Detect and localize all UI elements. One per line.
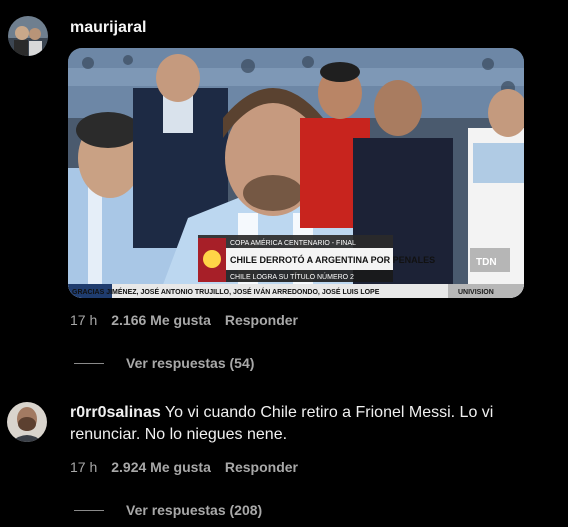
comment-meta: 17 h 2.166 Me gusta Responder	[70, 312, 298, 328]
comment-body: r0rr0salinas Yo vi cuando Chile retiro a…	[70, 402, 550, 446]
comment-meta: 17 h 2.924 Me gusta Responder	[70, 459, 298, 475]
reply-button[interactable]: Responder	[225, 312, 298, 328]
replies-divider	[74, 362, 104, 364]
view-replies-label: Ver respuestas (54)	[126, 355, 255, 371]
broadcast-image: COPA AMÉRICA CENTENARIO - FINAL CHILE DE…	[68, 48, 524, 298]
comment-media[interactable]: COPA AMÉRICA CENTENARIO - FINAL CHILE DE…	[68, 48, 524, 298]
view-replies-button[interactable]: Ver respuestas (208)	[74, 502, 262, 518]
comment-time[interactable]: 17 h	[70, 312, 97, 328]
comment-username[interactable]: maurijaral	[70, 19, 146, 37]
channel-logo: TDN	[476, 257, 497, 268]
graphic-headline: CHILE DERROTÓ A ARGENTINA POR PENALES	[230, 254, 435, 265]
comment-username[interactable]: r0rr0salinas	[70, 404, 161, 421]
network-logo: UNIVISION	[458, 289, 494, 296]
like-count[interactable]: 2.924 Me gusta	[111, 459, 211, 475]
view-replies-button[interactable]: Ver respuestas (54)	[74, 355, 254, 371]
comment-time[interactable]: 17 h	[70, 459, 97, 475]
graphic-subheadline: CHILE LOGRA SU TÍTULO NÚMERO 2	[230, 272, 354, 281]
reply-button[interactable]: Responder	[225, 459, 298, 475]
avatar[interactable]	[8, 16, 48, 56]
replies-divider	[74, 509, 104, 511]
view-replies-label: Ver respuestas (208)	[126, 502, 263, 518]
like-count[interactable]: 2.166 Me gusta	[111, 312, 211, 328]
graphic-title: COPA AMÉRICA CENTENARIO - FINAL	[230, 238, 356, 247]
avatar[interactable]	[7, 402, 47, 442]
ticker-text: GRACIAS JIMÉNEZ, JOSÉ ANTONIO TRUJILLO, …	[72, 287, 380, 296]
